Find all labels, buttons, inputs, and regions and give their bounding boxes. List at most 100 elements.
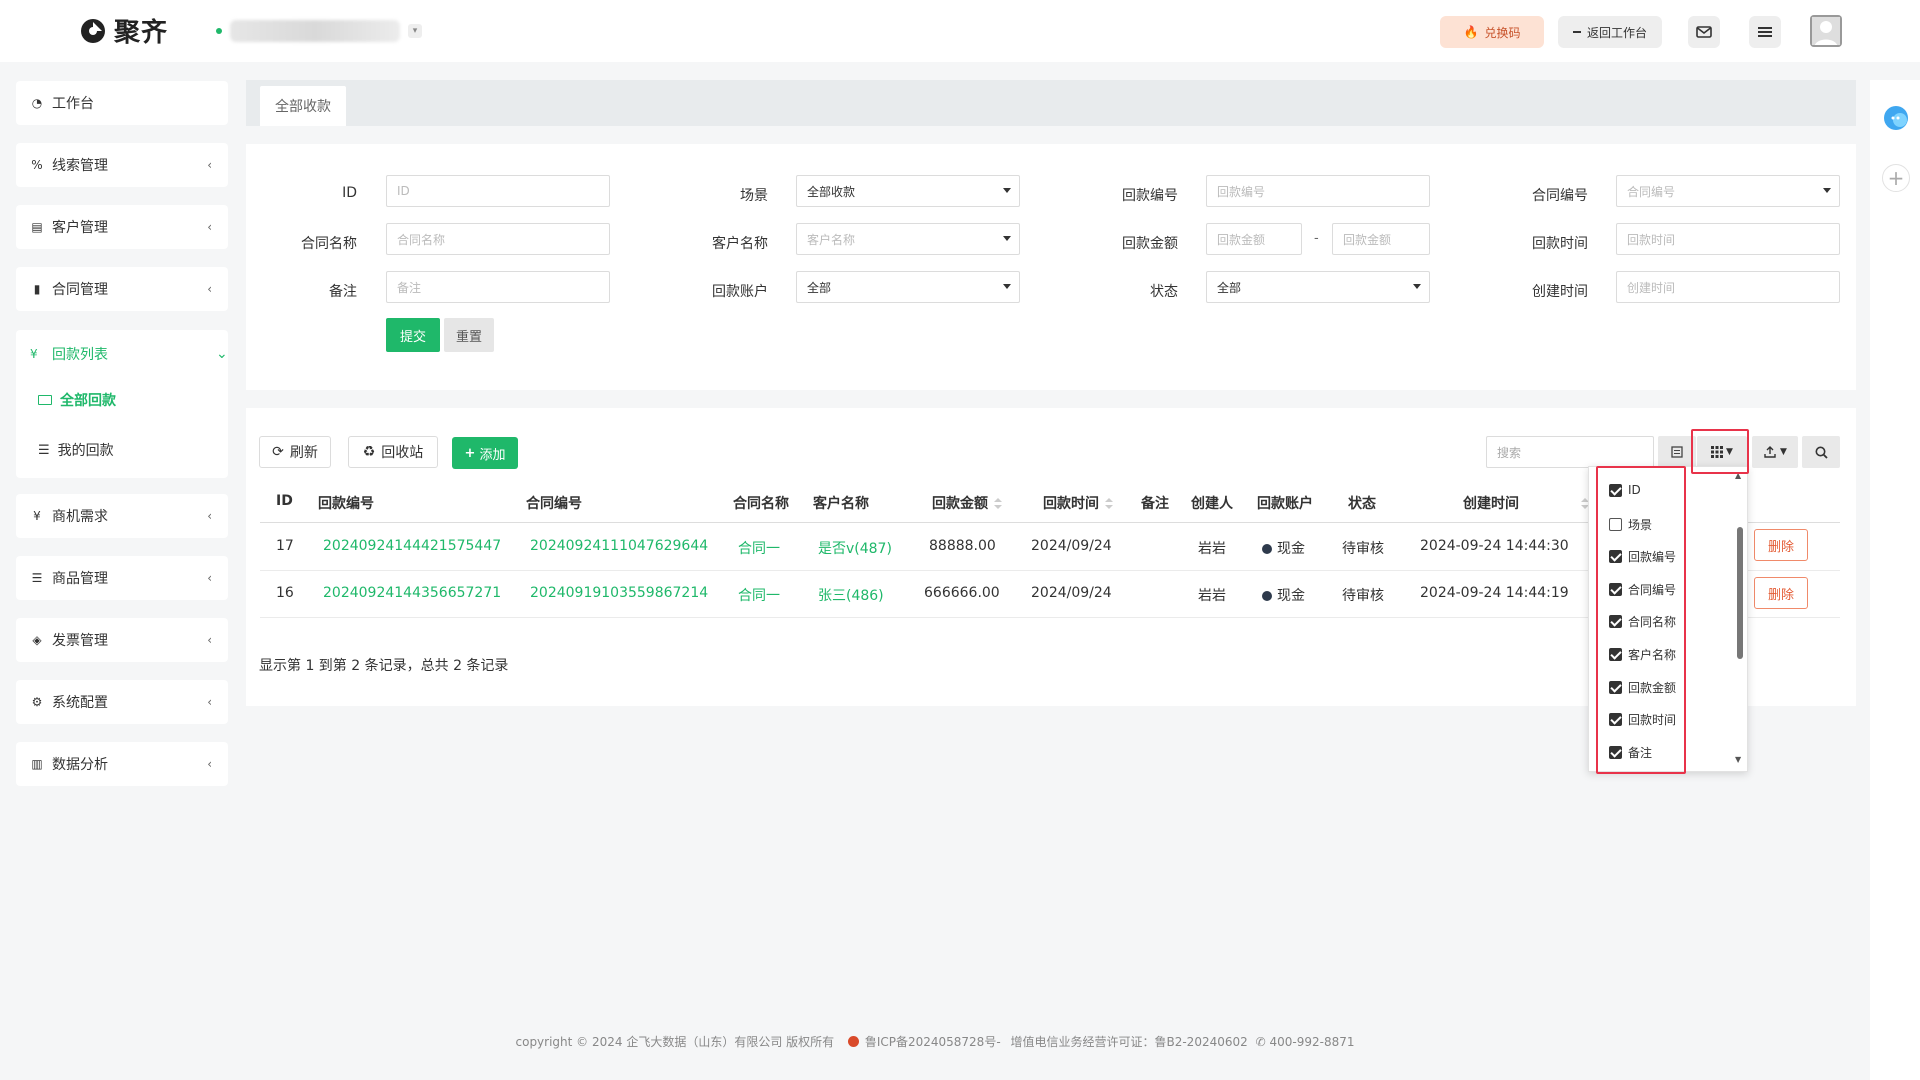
cell-payment-no-link[interactable]: 20240924144421575447 — [323, 538, 501, 554]
cell-contract-name-link[interactable]: 合同一 — [738, 585, 780, 605]
account-select[interactable]: 全部 — [796, 271, 1020, 303]
reset-button[interactable]: 重置 — [444, 318, 494, 352]
sidebar-item-invoices[interactable]: ◈ 发票管理 ‹ — [16, 618, 228, 662]
delete-button[interactable]: 删除 — [1754, 577, 1808, 609]
scroll-down-arrow-icon[interactable]: ▼ — [1735, 755, 1741, 764]
plus-icon: + — [1887, 166, 1905, 190]
user-avatar-icon — [1810, 15, 1842, 47]
sidebar-item-analytics[interactable]: ▥ 数据分析 ‹ — [16, 742, 228, 786]
amount-min-input[interactable]: 回款金额 — [1206, 223, 1302, 255]
sidebar-item-products[interactable]: ☰ 商品管理 ‹ — [16, 556, 228, 600]
cell-customer-link[interactable]: 张三(486) — [818, 585, 884, 605]
bar-chart-icon: ▥ — [31, 757, 43, 771]
sidebar-item-contracts[interactable]: ▮ 合同管理 ‹ — [16, 267, 228, 311]
sidebar-item-customers[interactable]: ▤ 客户管理 ‹ — [16, 205, 228, 249]
search-icon — [1815, 446, 1828, 459]
add-button[interactable]: + 添加 — [452, 437, 518, 469]
col-header-remark[interactable]: 备注 — [1141, 493, 1169, 513]
logo[interactable]: 聚齐 — [78, 12, 168, 49]
online-status-dot — [216, 28, 222, 34]
customer-name-select[interactable]: 客户名称 — [796, 223, 1020, 255]
sidebar-item-settings[interactable]: ⚙ 系统配置 ‹ — [16, 680, 228, 724]
chevron-left-icon: ‹ — [207, 220, 212, 234]
filter-label-payment-time: 回款时间 — [1532, 236, 1588, 252]
submit-button[interactable]: 提交 — [386, 318, 440, 352]
col-header-account[interactable]: 回款账户 — [1257, 493, 1313, 513]
refresh-button[interactable]: ⟳ 刷新 — [259, 436, 331, 468]
sort-icon[interactable] — [1105, 498, 1113, 510]
bookmark-icon: ▮ — [33, 282, 41, 296]
sidebar-item-leads[interactable]: % 线索管理 ‹ — [16, 143, 228, 187]
col-header-customer[interactable]: 客户名称 — [813, 493, 869, 513]
chat-button[interactable] — [1882, 104, 1910, 132]
cell-contract-no-link[interactable]: 20240924111047629644 — [530, 538, 708, 554]
filter-label-account: 回款账户 — [712, 284, 768, 300]
cell-customer-link[interactable]: 是否v(487) — [818, 538, 892, 558]
status-select-value: 全部 — [1217, 280, 1242, 295]
filter-label-status: 状态 — [1150, 284, 1178, 300]
payment-no-input[interactable]: 回款编号 — [1206, 175, 1430, 207]
sidebar-item-payments[interactable]: ¥ 回款列表 ⌄ — [30, 344, 228, 364]
footer: copyright © 2024 企飞大数据（山东）有限公司 版权所有 鲁ICP… — [0, 1033, 1870, 1050]
sort-icon[interactable] — [994, 498, 1002, 510]
sidebar-item-workbench[interactable]: ◔ 工作台 — [16, 81, 228, 125]
dashboard-icon: ◔ — [31, 96, 43, 110]
cell-payment-no-link[interactable]: 20240924144356657271 — [323, 585, 501, 601]
payment-time-input[interactable]: 回款时间 — [1616, 223, 1840, 255]
recycle-bin-button[interactable]: ♻ 回收站 — [348, 436, 438, 468]
sidebar-subitem-my-payments[interactable]: ☰ 我的回款 — [38, 440, 114, 460]
list-icon: ☰ — [31, 571, 43, 585]
col-header-pay-time[interactable]: 回款时间 — [1043, 493, 1113, 513]
create-time-input[interactable]: 创建时间 — [1616, 271, 1840, 303]
add-widget-button[interactable]: + — [1882, 164, 1910, 192]
sidebar-item-opportunities[interactable]: ¥ 商机需求 ‹ — [16, 494, 228, 538]
sidebar-subitem-all-payments[interactable]: 全部回款 — [38, 390, 116, 410]
tab-all-collections[interactable]: 全部收款 — [260, 86, 346, 126]
delete-button[interactable]: 删除 — [1754, 529, 1808, 561]
col-header-id[interactable]: ID — [276, 493, 293, 509]
right-float-toolbar: + — [1870, 80, 1920, 1080]
col-header-contract-name[interactable]: 合同名称 — [733, 493, 789, 513]
col-header-status[interactable]: 状态 — [1348, 493, 1376, 513]
filter-label-scene: 场景 — [740, 188, 768, 204]
cell-contract-name-link[interactable]: 合同一 — [738, 538, 780, 558]
amount-max-input[interactable]: 回款金额 — [1332, 223, 1430, 255]
menu-button[interactable] — [1749, 16, 1781, 48]
link-icon: % — [31, 158, 43, 172]
col-header-creator[interactable]: 创建人 — [1191, 493, 1233, 513]
col-header-amount[interactable]: 回款金额 — [932, 493, 1002, 513]
avatar[interactable] — [1810, 15, 1842, 47]
col-header-created[interactable]: 创建时间 — [1463, 493, 1589, 513]
cell-creator: 岩岩 — [1198, 588, 1226, 604]
caret-down-icon[interactable]: ▾ — [408, 24, 422, 38]
org-switcher[interactable]: ▾ — [216, 20, 422, 42]
cell-contract-no-link[interactable]: 20240919103559867214 — [530, 585, 708, 601]
advanced-search-button[interactable] — [1802, 436, 1840, 468]
remark-input[interactable]: 备注 — [386, 271, 610, 303]
cell-account-text: 现金 — [1277, 541, 1305, 557]
filter-label-id: ID — [342, 185, 357, 201]
scene-select[interactable]: 全部收款 — [796, 175, 1020, 207]
footer-icp-link[interactable]: 鲁ICP备2024058728号- — [865, 1035, 1001, 1049]
id-input[interactable]: ID — [386, 175, 610, 207]
sidebar-item-label: 回款列表 — [52, 347, 108, 363]
back-to-workbench-button[interactable]: 返回工作台 — [1558, 16, 1662, 48]
col-header-payment-no[interactable]: 回款编号 — [318, 493, 374, 513]
contract-no-select[interactable]: 合同编号 — [1616, 175, 1840, 207]
cell-account-text: 现金 — [1277, 588, 1305, 604]
tag-icon: ◈ — [32, 633, 42, 647]
refresh-label: 刷新 — [289, 445, 318, 461]
cell-created: 2024-09-24 14:44:19 — [1420, 585, 1569, 601]
status-select[interactable]: 全部 — [1206, 271, 1430, 303]
redeem-code-button[interactable]: 🔥 兑换码 — [1440, 16, 1544, 48]
menu-scrollbar[interactable] — [1737, 527, 1743, 659]
filter-label-contract-no: 合同编号 — [1532, 188, 1588, 204]
chevron-left-icon: ‹ — [207, 158, 212, 172]
chat-icon — [1884, 106, 1908, 130]
export-button[interactable]: ▼ — [1752, 436, 1798, 468]
contract-name-input[interactable]: 合同名称 — [386, 223, 610, 255]
table-search-input[interactable]: 搜索 — [1486, 436, 1654, 468]
sidebar-subitem-label: 全部回款 — [60, 393, 116, 409]
mail-button[interactable] — [1688, 16, 1720, 48]
col-header-contract-no[interactable]: 合同编号 — [526, 493, 582, 513]
